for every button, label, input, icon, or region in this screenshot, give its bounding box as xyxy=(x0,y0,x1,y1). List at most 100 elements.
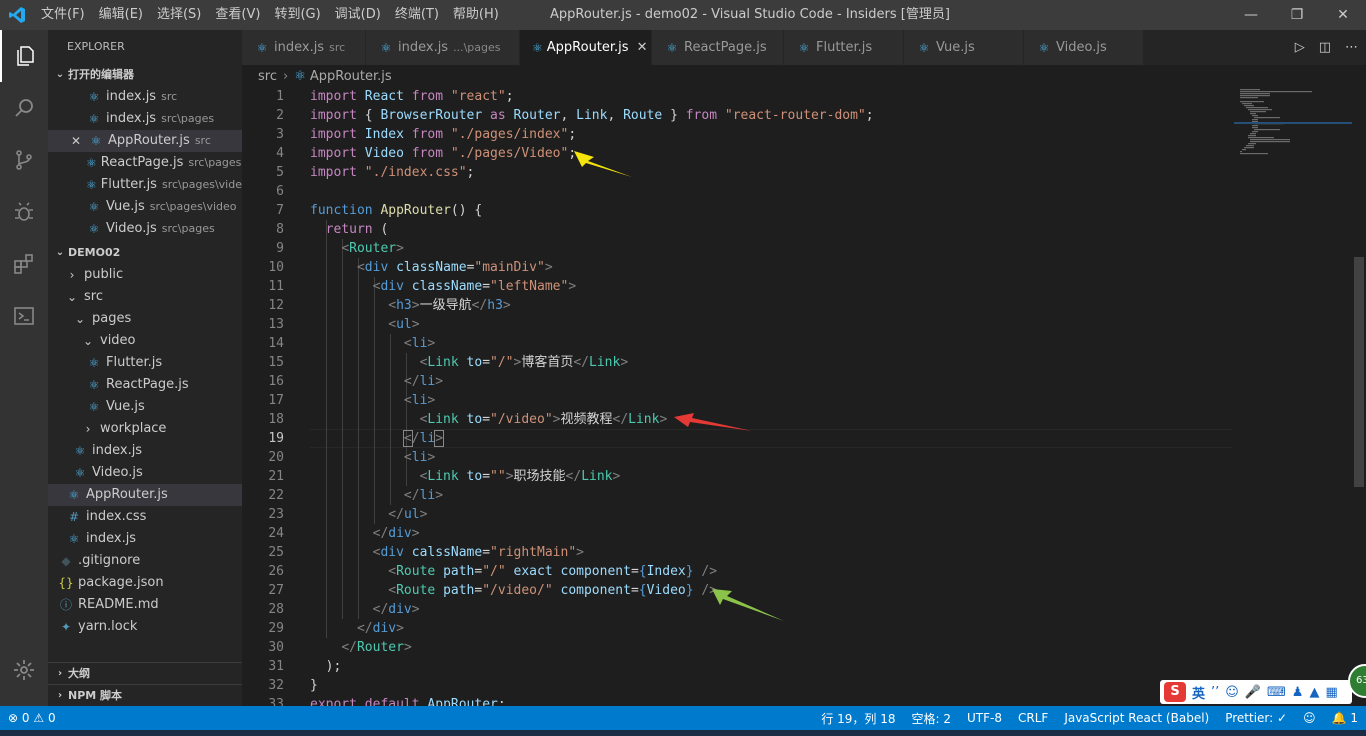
menu-file[interactable]: 文件(F) xyxy=(34,0,92,30)
tree-file[interactable]: ✦ yarn.lock xyxy=(48,616,242,638)
npm-scripts-section[interactable]: › NPM 脚本 xyxy=(48,684,242,706)
close-tab-icon[interactable]: ✕ xyxy=(637,40,648,55)
notifications-bell[interactable]: 🔔 1 xyxy=(1324,711,1366,725)
source-control-icon[interactable] xyxy=(0,134,48,186)
split-editor-icon[interactable]: ◫ xyxy=(1319,40,1331,55)
tab-reactpage-js[interactable]: ⚛ ReactPage.js xyxy=(652,30,784,65)
remote-explorer-icon[interactable] xyxy=(0,290,48,342)
sogou-logo-icon: S xyxy=(1164,682,1186,702)
editor-scrollbar[interactable] xyxy=(1352,87,1366,706)
code-line: function AppRouter() { xyxy=(310,203,483,218)
menu-view[interactable]: 查看(V) xyxy=(208,0,267,30)
outline-section[interactable]: › 大纲 xyxy=(48,662,242,684)
tree-file[interactable]: ⚛ ReactPage.js xyxy=(48,374,242,396)
minimize-icon[interactable]: — xyxy=(1228,0,1274,30)
keyboard-icon[interactable]: ⌨ xyxy=(1267,685,1286,700)
cursor-position[interactable]: 行 19，列 18 xyxy=(813,710,903,727)
line-number: 17 xyxy=(268,393,284,408)
line-number: 33 xyxy=(268,697,284,706)
feedback-smiley-icon[interactable]: ☺ xyxy=(1295,711,1324,725)
menu-help[interactable]: 帮助(H) xyxy=(446,0,506,30)
skin-icon[interactable]: ▲ xyxy=(1309,685,1319,700)
line-number: 16 xyxy=(268,374,284,389)
tree-file[interactable]: ⓘ README.md xyxy=(48,594,242,616)
emoji-icon[interactable]: ☺ xyxy=(1225,685,1239,700)
scrollbar-thumb[interactable] xyxy=(1354,257,1364,487)
open-editor-item[interactable]: ⚛ index.js src\pages xyxy=(48,108,242,130)
tab-approuter-js[interactable]: ⚛ AppRouter.js ✕ xyxy=(520,30,652,65)
breadcrumb-file[interactable]: AppRouter.js xyxy=(310,69,392,84)
tab-index-js-pages[interactable]: ⚛ index.js ...\pages xyxy=(366,30,520,65)
menu-edit[interactable]: 编辑(E) xyxy=(92,0,150,30)
react-file-icon: ⚛ xyxy=(88,356,100,370)
tree-file-selected[interactable]: ⚛ AppRouter.js xyxy=(48,484,242,506)
open-editor-item[interactable]: ⚛ReactPage.jssrc\pages... xyxy=(48,152,242,174)
line-ending[interactable]: CRLF xyxy=(1010,711,1056,725)
tab-vue-js[interactable]: ⚛ Vue.js xyxy=(904,30,1024,65)
react-file-icon: ⚛ xyxy=(380,40,392,55)
chevron-right-icon: › xyxy=(57,689,63,701)
ime-toolbar[interactable]: S 英 ’’ ☺ 🎤 ⌨ ♟ ▲ ▦ xyxy=(1160,680,1352,704)
menu-selection[interactable]: 选择(S) xyxy=(150,0,208,30)
menu-terminal[interactable]: 终端(T) xyxy=(388,0,446,30)
user-icon[interactable]: ♟ xyxy=(1292,685,1304,700)
extensions-icon[interactable] xyxy=(0,238,48,290)
open-editor-item-active[interactable]: ✕ ⚛ AppRouter.js src xyxy=(48,130,242,152)
menu-go[interactable]: 转到(G) xyxy=(267,0,327,30)
close-icon[interactable]: ✕ xyxy=(1320,0,1366,30)
tree-file[interactable]: # index.css xyxy=(48,506,242,528)
open-editor-item[interactable]: ⚛ index.js src xyxy=(48,86,242,108)
tree-file[interactable]: ◆ .gitignore xyxy=(48,550,242,572)
tree-folder[interactable]: ⌄ video xyxy=(48,330,242,352)
voice-icon[interactable]: 🎤 xyxy=(1245,685,1261,700)
code-line: <h3>一级导航</h3> xyxy=(388,298,511,313)
tree-file[interactable]: ⚛ Vue.js xyxy=(48,396,242,418)
project-section[interactable]: ⌄ DEMO02 xyxy=(48,242,242,264)
line-number: 26 xyxy=(268,564,284,579)
menu-debug[interactable]: 调试(D) xyxy=(328,0,388,30)
language-mode[interactable]: JavaScript React (Babel) xyxy=(1056,711,1217,725)
explorer-icon[interactable] xyxy=(0,30,48,82)
tree-file[interactable]: ⚛ index.js xyxy=(48,528,242,550)
more-actions-icon[interactable]: ⋯ xyxy=(1345,40,1358,55)
search-icon[interactable] xyxy=(0,82,48,134)
indentation[interactable]: 空格: 2 xyxy=(904,710,960,727)
tree-folder[interactable]: ⌄ pages xyxy=(48,308,242,330)
line-number: 7 xyxy=(276,203,284,218)
encoding[interactable]: UTF-8 xyxy=(959,711,1010,725)
open-editor-item[interactable]: ⚛ Vue.js src\pages\video xyxy=(48,196,242,218)
status-bar: ⊗ 0 ⚠ 0 行 19，列 18 空格: 2 UTF-8 CRLF JavaS… xyxy=(0,706,1366,730)
tree-folder[interactable]: › public xyxy=(48,264,242,286)
open-editor-item[interactable]: ⚛ Flutter.js src\pages\video xyxy=(48,174,242,196)
chevron-right-icon: › xyxy=(57,667,63,679)
prettier-status[interactable]: Prettier: ✓ xyxy=(1217,711,1295,725)
run-icon[interactable]: ▷ xyxy=(1295,40,1305,55)
tab-index-js[interactable]: ⚛ index.js src xyxy=(242,30,366,65)
restore-icon[interactable]: ❐ xyxy=(1274,0,1320,30)
tree-file[interactable]: {} package.json xyxy=(48,572,242,594)
code-line: <div calssName="rightMain"> xyxy=(372,545,584,560)
minimap[interactable] xyxy=(1234,87,1352,187)
problems-indicator[interactable]: ⊗ 0 ⚠ 0 xyxy=(0,711,64,725)
tree-file[interactable]: ⚛ index.js xyxy=(48,440,242,462)
json-file-icon: {} xyxy=(58,576,74,590)
ime-mode-label[interactable]: 英 xyxy=(1192,683,1205,702)
tree-file[interactable]: ⚛ Video.js xyxy=(48,462,242,484)
breadcrumb-folder[interactable]: src xyxy=(258,69,277,84)
open-editor-item[interactable]: ⚛ Video.js src\pages xyxy=(48,218,242,240)
punctuation-icon[interactable]: ’’ xyxy=(1211,685,1219,700)
settings-gear-icon[interactable] xyxy=(0,644,48,696)
tree-folder[interactable]: ⌄ src xyxy=(48,286,242,308)
close-editor-icon[interactable]: ✕ xyxy=(68,130,84,152)
debug-icon[interactable] xyxy=(0,186,48,238)
tree-file[interactable]: ⚛ Flutter.js xyxy=(48,352,242,374)
open-editors-section[interactable]: ⌄ 打开的编辑器 xyxy=(48,64,242,86)
line-number: 13 xyxy=(268,317,284,332)
chevron-right-icon: › xyxy=(85,422,91,436)
toolbox-icon[interactable]: ▦ xyxy=(1325,685,1337,700)
code-line: </li> xyxy=(403,374,444,389)
tab-video-js[interactable]: ⚛ Video.js xyxy=(1024,30,1144,65)
code-editor[interactable]: 1 2 3 4 5 6 7 8 9 10 11 12 13 14 15 16 17 18 19 20 21 22 23 24 2… xyxy=(242,87,1352,706)
tree-folder[interactable]: › workplace xyxy=(48,418,242,440)
tab-flutter-js[interactable]: ⚛ Flutter.js xyxy=(784,30,904,65)
